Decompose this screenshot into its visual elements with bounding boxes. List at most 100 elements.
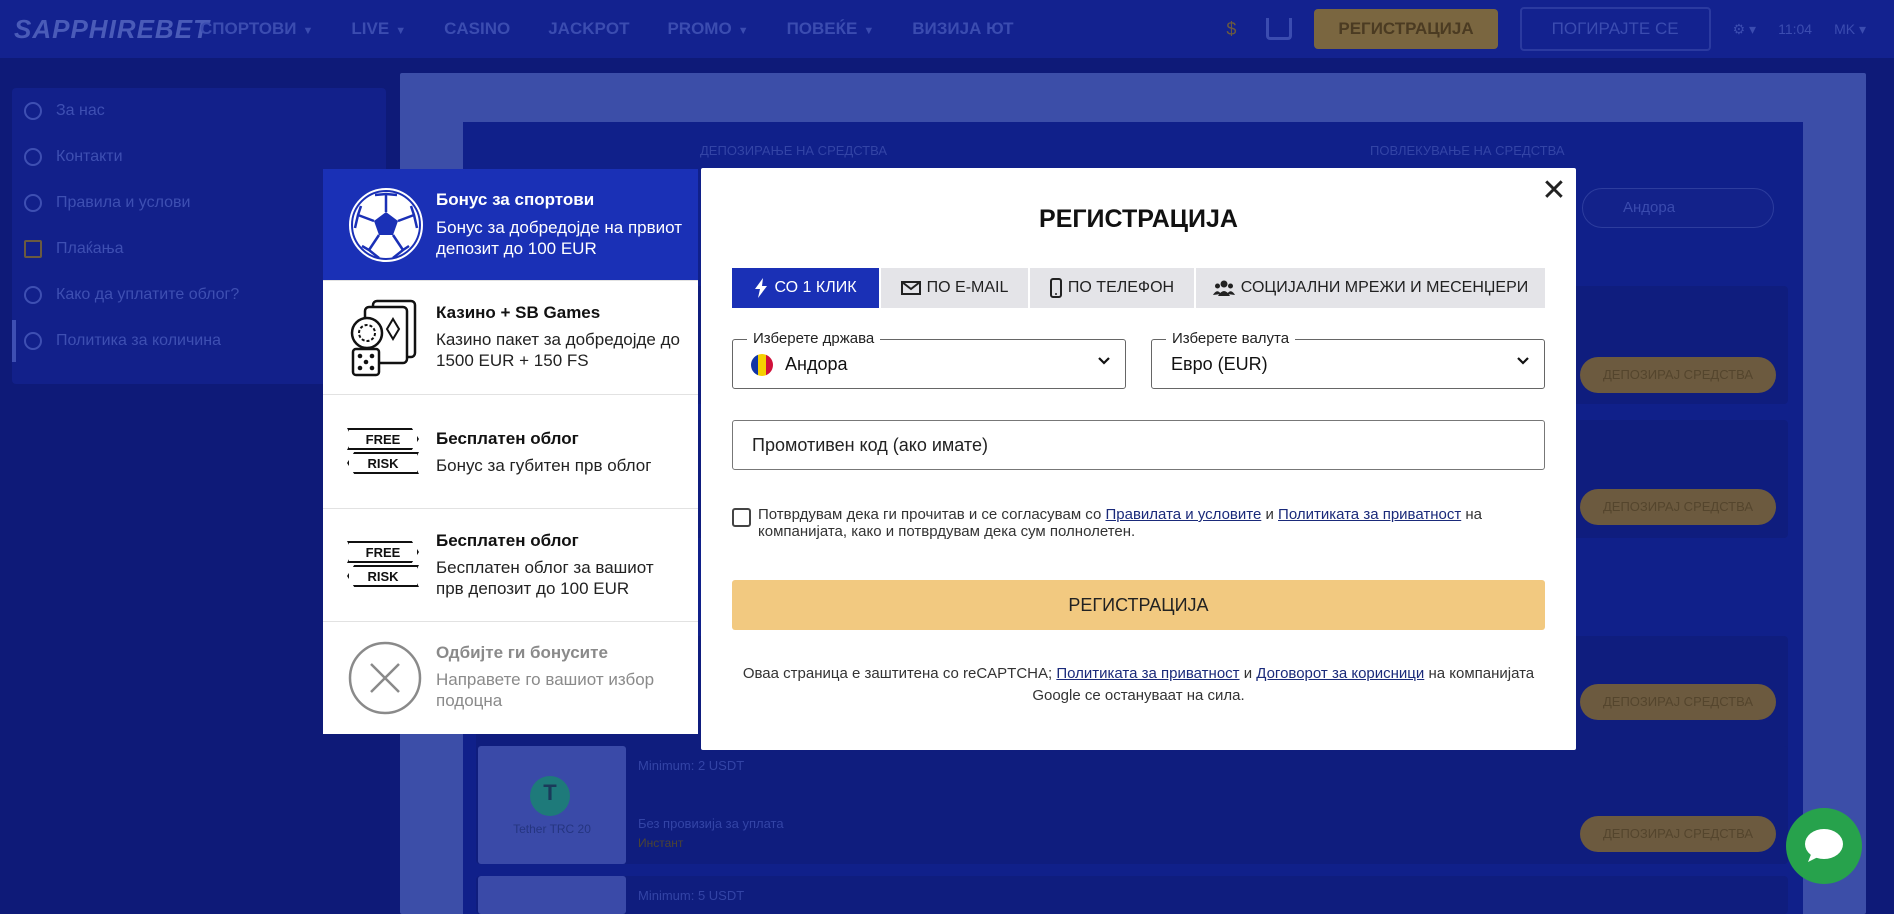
privacy-policy-link[interactable]: Политиката за приватност xyxy=(1278,506,1461,523)
header-login-button[interactable]: ПОГИРАЈТЕ СЕ xyxy=(1519,7,1711,51)
currency-select-label: Изберете валута xyxy=(1166,330,1296,347)
bonus-description: Бонус за добредојде на првиот депозит до… xyxy=(436,218,683,258)
chevron-down-icon: ▼ xyxy=(302,25,314,37)
promo-code-input[interactable] xyxy=(732,420,1545,470)
betslip-icon[interactable] xyxy=(1266,18,1293,40)
payment-fee: Без провизија за уплата xyxy=(638,816,784,831)
andorra-flag-icon xyxy=(751,354,773,376)
tether-glyph: T xyxy=(543,780,557,805)
chevron-down-icon xyxy=(1098,357,1110,365)
sidebar-item-about[interactable]: За нас xyxy=(24,102,105,120)
terms-checkbox[interactable] xyxy=(732,508,751,527)
question-icon xyxy=(24,286,42,304)
casino-cards-icon xyxy=(350,299,417,377)
bonus-title: Одбијте ги бонусите xyxy=(436,643,608,662)
register-submit-button[interactable]: РЕГИСТРАЦИЈА xyxy=(732,580,1545,630)
bonus-description: Направете го вашиот избор подоцна xyxy=(436,670,655,710)
sidebar-item-payments[interactable]: Плаќања xyxy=(24,240,124,258)
live-chat-button[interactable] xyxy=(1786,808,1862,884)
decline-x-icon xyxy=(348,641,422,715)
dollar-icon xyxy=(24,240,42,258)
language-selector[interactable]: MK ▾ xyxy=(1834,21,1866,38)
deposit-button[interactable]: ДЕПОЗИРАЈ СРЕДСТВА xyxy=(1580,357,1776,393)
close-icon[interactable]: ✕ xyxy=(1538,176,1570,208)
settings-gear-icon[interactable]: ⚙ ▾ xyxy=(1733,21,1756,38)
info-icon xyxy=(24,102,42,120)
risk-label: RISK xyxy=(347,452,419,474)
bonus-description: Казино пакет за добредојде до 1500 EUR +… xyxy=(436,330,680,370)
clock-time: 11:04 xyxy=(1778,21,1813,37)
bonus-description: Бонус за губитен прв облог xyxy=(436,456,652,475)
risk-label: RISK xyxy=(347,565,419,587)
envelope-icon xyxy=(900,281,921,295)
country-select[interactable]: Изберете држава Андора xyxy=(732,330,1126,389)
payment-minimum: Minimum: 2 USDT xyxy=(638,758,745,773)
chevron-down-icon xyxy=(1517,357,1529,365)
bonus-title: Казино + SB Games xyxy=(436,303,601,322)
free-risk-icon: FREE RISK xyxy=(347,428,419,474)
phone-icon xyxy=(1049,278,1062,298)
nav-item-vision[interactable]: ВИЗИЈА ЮТ xyxy=(912,19,1013,39)
currency-select[interactable]: Изберете валута Евро (EUR) xyxy=(1151,330,1545,389)
deposit-button[interactable]: ДЕПОЗИРАЈ СРЕДСТВА xyxy=(1580,684,1776,720)
site-logo[interactable]: SAPPHIREBET xyxy=(14,14,210,45)
lightning-icon xyxy=(755,278,768,298)
users-icon xyxy=(1212,280,1235,296)
payment-minimum: Minimum: 5 USDT xyxy=(638,888,745,903)
nav-item-live[interactable]: LIVE ▼ xyxy=(351,19,406,39)
nav-item-more[interactable]: ПОВЕЌЕ ▼ xyxy=(787,19,875,39)
deposit-tab[interactable]: ДЕПОЗИРАЊЕ НА СРЕДСТВА xyxy=(700,143,887,158)
chevron-down-icon: ▼ xyxy=(863,25,875,37)
bonus-title: Бонус за спортови xyxy=(436,190,595,209)
bonus-option-free-bet-deposit[interactable]: FREE RISK Бесплатен облог Бесплатен обло… xyxy=(323,509,698,622)
sidebar-item-rules[interactable]: Правила и услови xyxy=(24,194,190,212)
registration-method-tabs: СО 1 КЛИК ПО E-MAIL ПО ТЕЛЕФОН СОЦИЈАЛНИ… xyxy=(732,268,1545,308)
sidebar-item-contacts[interactable]: Контакти xyxy=(24,148,123,166)
document-icon xyxy=(24,194,42,212)
phone-icon xyxy=(24,148,42,166)
rules-link[interactable]: Правилата и условите xyxy=(1105,506,1261,523)
main-nav: СПОРТОВИ ▼ LIVE ▼ CASINO JACKPOT PROMO ▼ ПО… xyxy=(200,0,1014,58)
terms-text: Потврдувам дека ги прочитав и се согласу… xyxy=(758,506,1483,540)
sidebar-item-policy[interactable]: Политика за количина xyxy=(24,332,221,350)
payment-logo-card xyxy=(478,876,626,914)
bonus-description: Бесплатен облог за вашиот прв депозит до… xyxy=(436,558,654,598)
google-privacy-link[interactable]: Политиката за приватност xyxy=(1056,665,1239,682)
tab-social[interactable]: СОЦИЈАЛНИ МРЕЖИ И МЕСЕНЏЕРИ xyxy=(1196,268,1545,308)
sidebar-active-indicator xyxy=(12,320,16,362)
deposit-button[interactable]: ДЕПОЗИРАЈ СРЕДСТВА xyxy=(1580,489,1776,525)
tether-logo-card: T Tether TRC 20 xyxy=(478,746,626,864)
tab-phone[interactable]: ПО ТЕЛЕФОН xyxy=(1030,268,1194,308)
dollar-icon[interactable]: $ xyxy=(1218,19,1244,40)
tab-email[interactable]: ПО E-MAIL xyxy=(881,268,1028,308)
bonus-option-decline[interactable]: Одбијте ги бонусите Направете го вашиот … xyxy=(323,622,698,734)
google-terms-link[interactable]: Договорот за корисници xyxy=(1256,665,1424,682)
currency-select-value: Евро (EUR) xyxy=(1171,354,1268,374)
withdraw-tab[interactable]: ПОВЛЕКУВАЊЕ НА СРЕДСТВА xyxy=(1370,143,1565,158)
payment-method-name: Tether TRC 20 xyxy=(513,822,591,836)
modal-title: РЕГИСТРАЦИЈА xyxy=(1039,205,1238,233)
header-register-button[interactable]: РЕГИСТРАЦИЈА xyxy=(1314,9,1498,49)
tab-one-click[interactable]: СО 1 КЛИК xyxy=(732,268,879,308)
bonus-option-free-bet-loss[interactable]: FREE RISK Бесплатен облог Бонус за губит… xyxy=(323,395,698,509)
chat-bubble-icon xyxy=(1805,829,1843,862)
header-actions: $ РЕГИСТРАЦИЈА ПОГИРАЈТЕ СЕ ⚙ ▾ 11:04 MK… xyxy=(1218,0,1894,58)
free-label: FREE xyxy=(347,541,419,563)
chevron-down-icon: ▼ xyxy=(737,25,749,37)
free-risk-icon: FREE RISK xyxy=(347,541,419,587)
bonus-option-sports[interactable]: Бонус за спортови Бонус за добредојде на… xyxy=(323,169,698,281)
bonus-selection-panel: Бонус за спортови Бонус за добредојде на… xyxy=(323,169,698,734)
soccer-ball-icon xyxy=(349,188,423,262)
nav-item-casino[interactable]: CASINO xyxy=(444,19,510,39)
nav-item-promo[interactable]: PROMO ▼ xyxy=(667,19,748,39)
deposit-button[interactable]: ДЕПОЗИРАЈ СРЕДСТВА xyxy=(1580,816,1776,852)
country-select-label: Изберете држава xyxy=(747,330,881,347)
top-navigation-bar: SAPPHIREBET СПОРТОВИ ▼ LIVE ▼ CASINO JACKP… xyxy=(0,0,1894,58)
sidebar-item-how-to-bet[interactable]: Како да уплатите облог? xyxy=(24,286,239,304)
bonus-option-casino[interactable]: Казино + SB Games Казино пакет за добред… xyxy=(323,281,698,395)
background-country-select[interactable]: Андора xyxy=(1582,188,1774,228)
megaphone-icon xyxy=(24,332,42,350)
country-select-value: Андора xyxy=(785,354,848,374)
nav-item-jackpot[interactable]: JACKPOT xyxy=(548,19,629,39)
nav-item-sports[interactable]: СПОРТОВИ ▼ xyxy=(200,19,313,39)
